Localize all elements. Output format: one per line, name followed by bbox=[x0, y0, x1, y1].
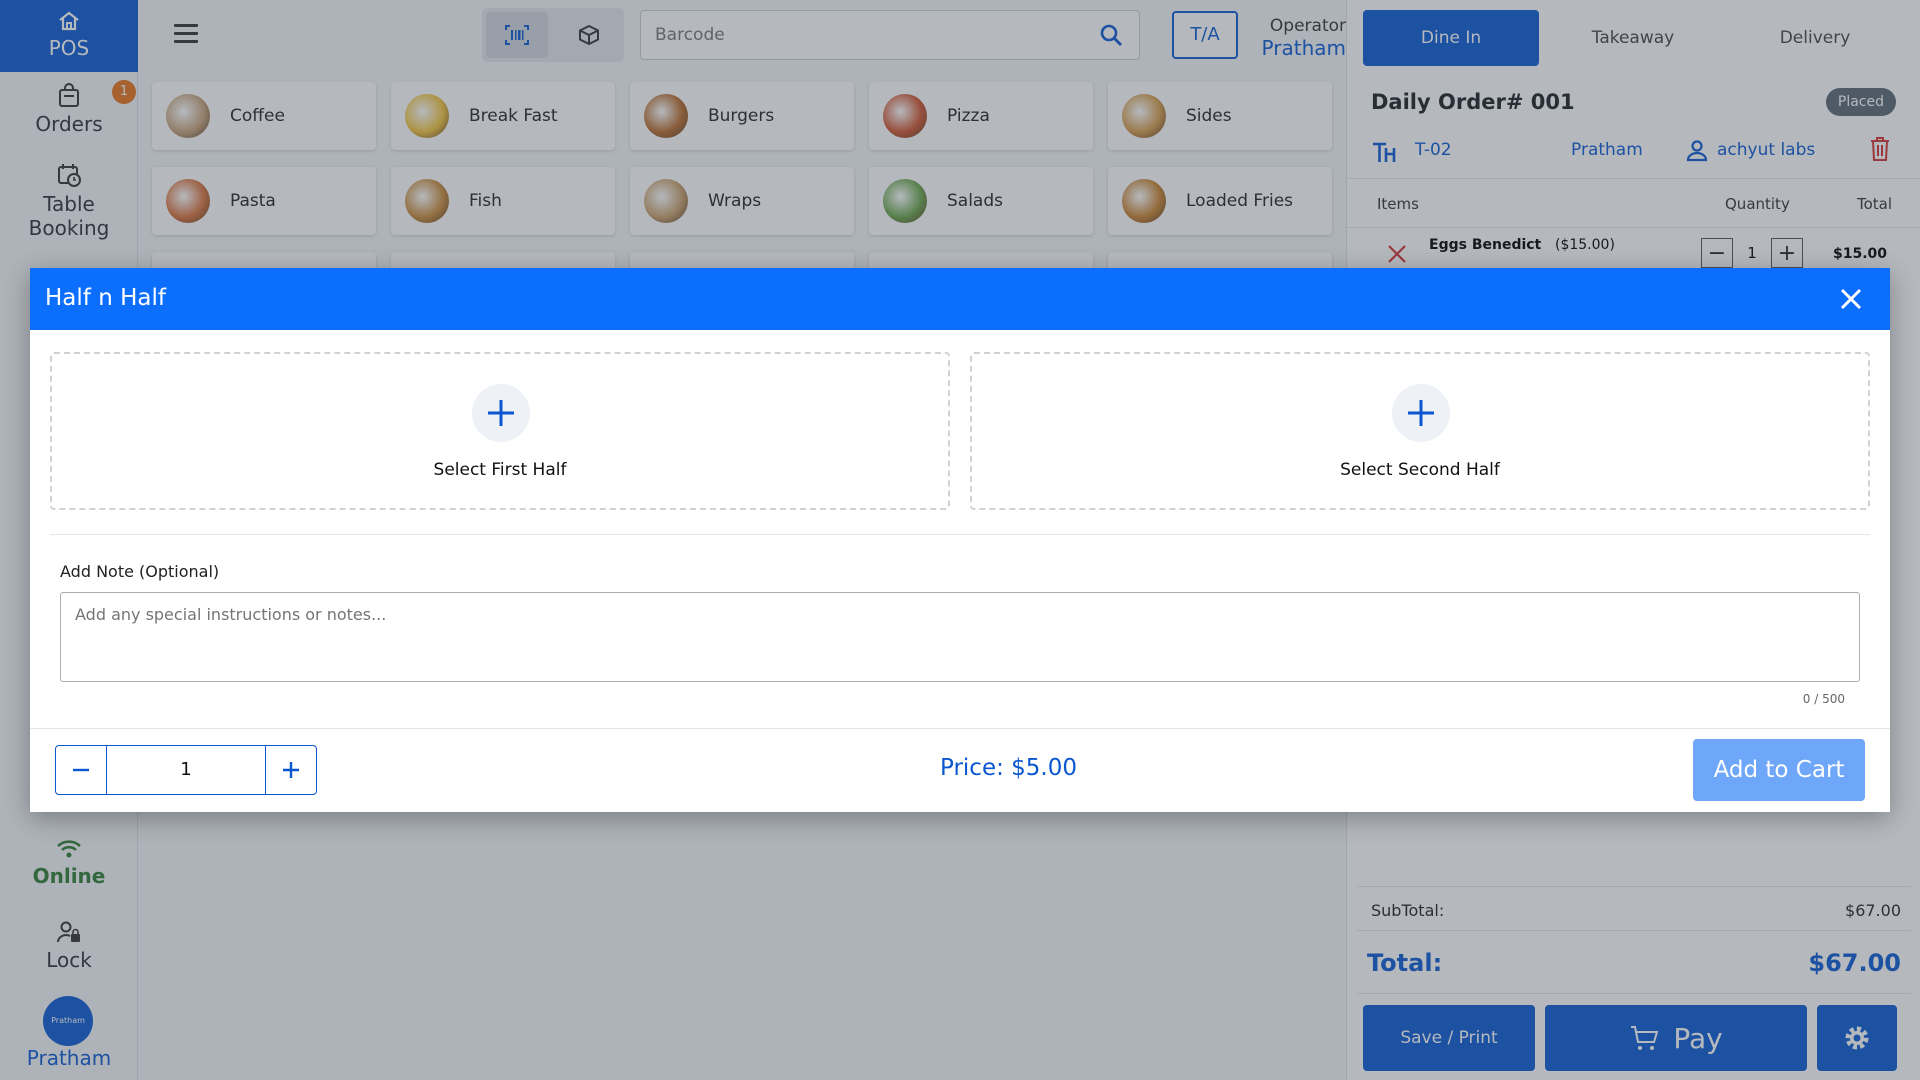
plus-icon bbox=[472, 384, 530, 442]
note-label: Add Note (Optional) bbox=[60, 562, 220, 581]
quantity-value[interactable]: 1 bbox=[106, 746, 266, 794]
first-half-label: Select First Half bbox=[433, 460, 567, 480]
price-label: Price: $5.00 bbox=[940, 755, 1078, 781]
quantity-stepper: 1 bbox=[55, 745, 317, 795]
second-half-label: Select Second Half bbox=[1340, 460, 1500, 480]
pos-app: POS Orders 1 Table Booking Online Lock P… bbox=[0, 0, 1920, 1080]
minus-icon bbox=[73, 768, 89, 772]
section-divider bbox=[50, 534, 1870, 535]
select-first-half-card[interactable]: Select First Half bbox=[50, 352, 950, 510]
dialog-title: Half n Half bbox=[45, 285, 166, 311]
half-n-half-dialog: Half n Half Select First Half Select Sec… bbox=[30, 268, 1890, 812]
plus-icon bbox=[283, 762, 299, 778]
increment-button[interactable] bbox=[266, 746, 316, 794]
plus-icon bbox=[1392, 384, 1450, 442]
close-icon[interactable] bbox=[1836, 284, 1866, 314]
decrement-button[interactable] bbox=[56, 746, 106, 794]
dialog-header: Half n Half bbox=[30, 268, 1890, 330]
note-textarea[interactable] bbox=[60, 592, 1860, 682]
select-second-half-card[interactable]: Select Second Half bbox=[970, 352, 1870, 510]
note-char-counter: 0 / 500 bbox=[1802, 692, 1845, 706]
footer-divider bbox=[30, 728, 1890, 729]
add-to-cart-button[interactable]: Add to Cart bbox=[1693, 739, 1865, 801]
